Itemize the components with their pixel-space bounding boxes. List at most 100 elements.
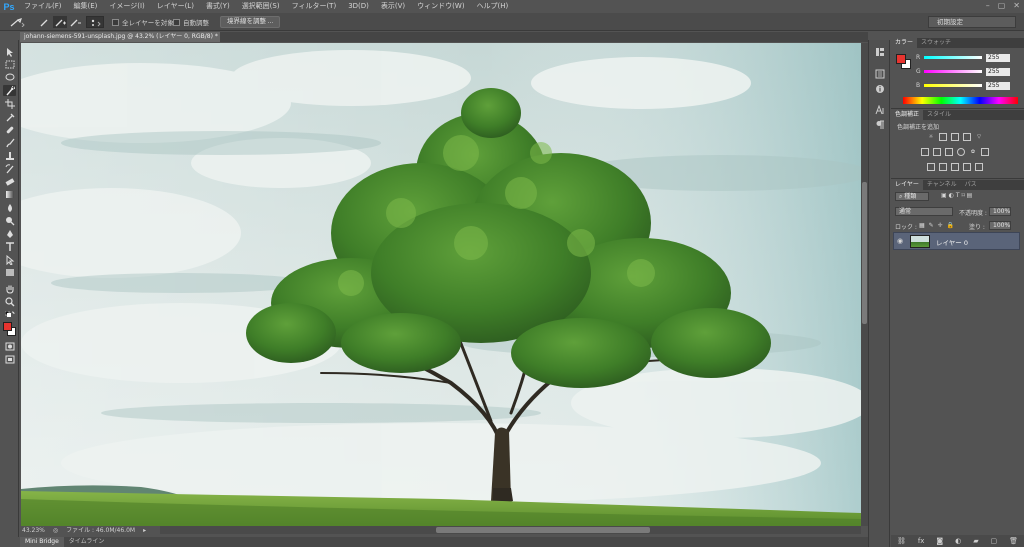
document-tab[interactable]: johann-siemens-591-unsplash.jpg @ 43.2% … xyxy=(20,32,220,42)
add-mask-icon[interactable]: ◙ xyxy=(936,537,943,545)
foreground-color-swatch[interactable] xyxy=(3,322,12,331)
refine-edge-button[interactable]: 境界線を調整 ... xyxy=(220,16,281,28)
horizontal-scroll-thumb[interactable] xyxy=(436,527,650,533)
quick-mask-icon[interactable] xyxy=(3,341,16,352)
menu-file[interactable]: ファイル(F) xyxy=(18,0,68,13)
new-group-icon[interactable]: ▰ xyxy=(973,537,978,545)
menu-image[interactable]: イメージ(I) xyxy=(103,0,150,13)
status-menu-arrow-icon[interactable]: ▸ xyxy=(143,526,146,536)
blue-slider[interactable]: B 255 xyxy=(916,81,1016,90)
layer-row[interactable]: ◉ レイヤー 0 xyxy=(893,232,1020,250)
brush-tool-icon[interactable] xyxy=(3,137,16,148)
tab-timeline[interactable]: タイムライン xyxy=(64,537,110,547)
blur-tool-icon[interactable] xyxy=(3,202,16,213)
auto-enhance-checkbox[interactable]: 自動調整 xyxy=(173,17,209,27)
gradient-tool-icon[interactable] xyxy=(3,189,16,200)
tab-swatches[interactable]: スウォッチ xyxy=(917,38,955,48)
threshold-icon[interactable] xyxy=(951,163,959,171)
minimize-button[interactable]: – xyxy=(986,1,990,10)
layer-filter-select[interactable]: ⌕ 種類 xyxy=(895,192,929,201)
green-value[interactable]: 255 xyxy=(986,67,1010,76)
lock-options-icons[interactable]: ▦✎✛🔒 xyxy=(919,222,958,229)
paragraph-icon[interactable] xyxy=(874,119,886,130)
channel-mixer-icon[interactable]: ✿ xyxy=(969,148,977,156)
status-info-icon[interactable]: ◎ xyxy=(53,526,58,536)
exposure-icon[interactable] xyxy=(963,133,971,141)
rectangle-tool-icon[interactable] xyxy=(3,267,16,278)
info-icon[interactable] xyxy=(874,83,886,94)
tab-paths[interactable]: パス xyxy=(961,180,981,190)
green-slider[interactable]: G 255 xyxy=(916,67,1016,76)
actions-icon[interactable] xyxy=(874,68,886,79)
posterize-icon[interactable] xyxy=(939,163,947,171)
tab-color[interactable]: カラー xyxy=(891,38,918,48)
zoom-level[interactable]: 43.23% xyxy=(22,526,45,536)
move-tool-icon[interactable] xyxy=(3,46,16,57)
red-slider[interactable]: R 255 xyxy=(916,53,1016,62)
dodge-tool-icon[interactable] xyxy=(3,215,16,226)
green-track[interactable] xyxy=(924,70,982,73)
trash-icon[interactable]: 🗑 xyxy=(1009,537,1018,545)
workspace-select[interactable]: 初期設定 xyxy=(928,16,1016,28)
new-adjustment-layer-icon[interactable]: ◐ xyxy=(955,537,961,545)
red-value[interactable]: 255 xyxy=(986,53,1010,62)
gradient-map-icon[interactable] xyxy=(963,163,971,171)
color-spectrum-ramp[interactable] xyxy=(903,97,1018,104)
brush-size-picker[interactable] xyxy=(86,16,104,28)
add-to-selection-icon[interactable] xyxy=(53,16,67,28)
color-panel-foreground-swatch[interactable] xyxy=(896,54,906,64)
vibrance-icon[interactable]: ▽ xyxy=(975,133,983,141)
maximize-button[interactable]: ▢ xyxy=(998,1,1006,10)
menu-3d[interactable]: 3D(D) xyxy=(342,0,375,13)
tab-channels[interactable]: チャンネル xyxy=(923,180,961,190)
tool-preset-picker[interactable] xyxy=(6,16,28,28)
tab-adjustments[interactable]: 色調補正 xyxy=(891,110,924,120)
layer-style-icon[interactable]: fx xyxy=(918,537,925,545)
brightness-contrast-icon[interactable]: ☼ xyxy=(927,133,935,141)
menu-view[interactable]: 表示(V) xyxy=(375,0,411,13)
link-layers-icon[interactable]: ⛓ xyxy=(897,537,906,545)
default-colors-icon[interactable] xyxy=(3,311,16,319)
menu-window[interactable]: ウィンドウ(W) xyxy=(411,0,470,13)
invert-icon[interactable] xyxy=(927,163,935,171)
menu-layer[interactable]: レイヤー(L) xyxy=(151,0,200,13)
opacity-input[interactable]: 100% xyxy=(989,207,1011,216)
red-track[interactable] xyxy=(924,56,982,59)
history-brush-tool-icon[interactable] xyxy=(3,163,16,174)
healing-brush-tool-icon[interactable] xyxy=(3,124,16,135)
sample-all-layers-checkbox[interactable]: 全レイヤーを対象 xyxy=(112,17,174,27)
black-white-icon[interactable] xyxy=(945,148,953,156)
eyedropper-tool-icon[interactable] xyxy=(3,111,16,122)
pen-tool-icon[interactable] xyxy=(3,228,16,239)
blue-value[interactable]: 255 xyxy=(986,81,1010,90)
vertical-scroll-thumb[interactable] xyxy=(862,182,867,324)
tab-mini-bridge[interactable]: Mini Bridge xyxy=(20,537,64,547)
crop-tool-icon[interactable] xyxy=(3,98,16,109)
menu-type[interactable]: 書式(Y) xyxy=(200,0,236,13)
clone-stamp-tool-icon[interactable] xyxy=(3,150,16,161)
new-layer-icon[interactable]: ▢ xyxy=(991,537,998,545)
subtract-from-selection-icon[interactable] xyxy=(68,16,82,28)
levels-icon[interactable] xyxy=(939,133,947,141)
document-canvas[interactable] xyxy=(21,43,861,526)
screen-mode-icon[interactable] xyxy=(3,354,16,365)
tab-styles[interactable]: スタイル xyxy=(923,110,955,120)
fill-input[interactable]: 100% xyxy=(989,221,1011,230)
eye-visibility-icon[interactable]: ◉ xyxy=(897,237,903,245)
blend-mode-select[interactable]: 通常 xyxy=(895,207,953,216)
history-icon[interactable] xyxy=(874,46,886,57)
layer-name[interactable]: レイヤー 0 xyxy=(936,237,968,247)
hue-saturation-icon[interactable] xyxy=(921,148,929,156)
menu-select[interactable]: 選択範囲(S) xyxy=(236,0,286,13)
selective-color-icon[interactable] xyxy=(975,163,983,171)
menu-edit[interactable]: 編集(E) xyxy=(68,0,104,13)
photo-filter-icon[interactable] xyxy=(957,148,965,156)
character-icon[interactable] xyxy=(874,104,886,115)
blue-track[interactable] xyxy=(924,84,982,87)
layer-filter-icons[interactable]: ▣◐T⌑▤ xyxy=(941,192,974,199)
tab-layers[interactable]: レイヤー xyxy=(891,180,923,190)
new-selection-mode-icon[interactable] xyxy=(38,16,52,28)
hand-tool-icon[interactable] xyxy=(3,283,16,294)
quick-selection-tool-icon[interactable] xyxy=(3,85,16,96)
menu-help[interactable]: ヘルプ(H) xyxy=(471,0,515,13)
